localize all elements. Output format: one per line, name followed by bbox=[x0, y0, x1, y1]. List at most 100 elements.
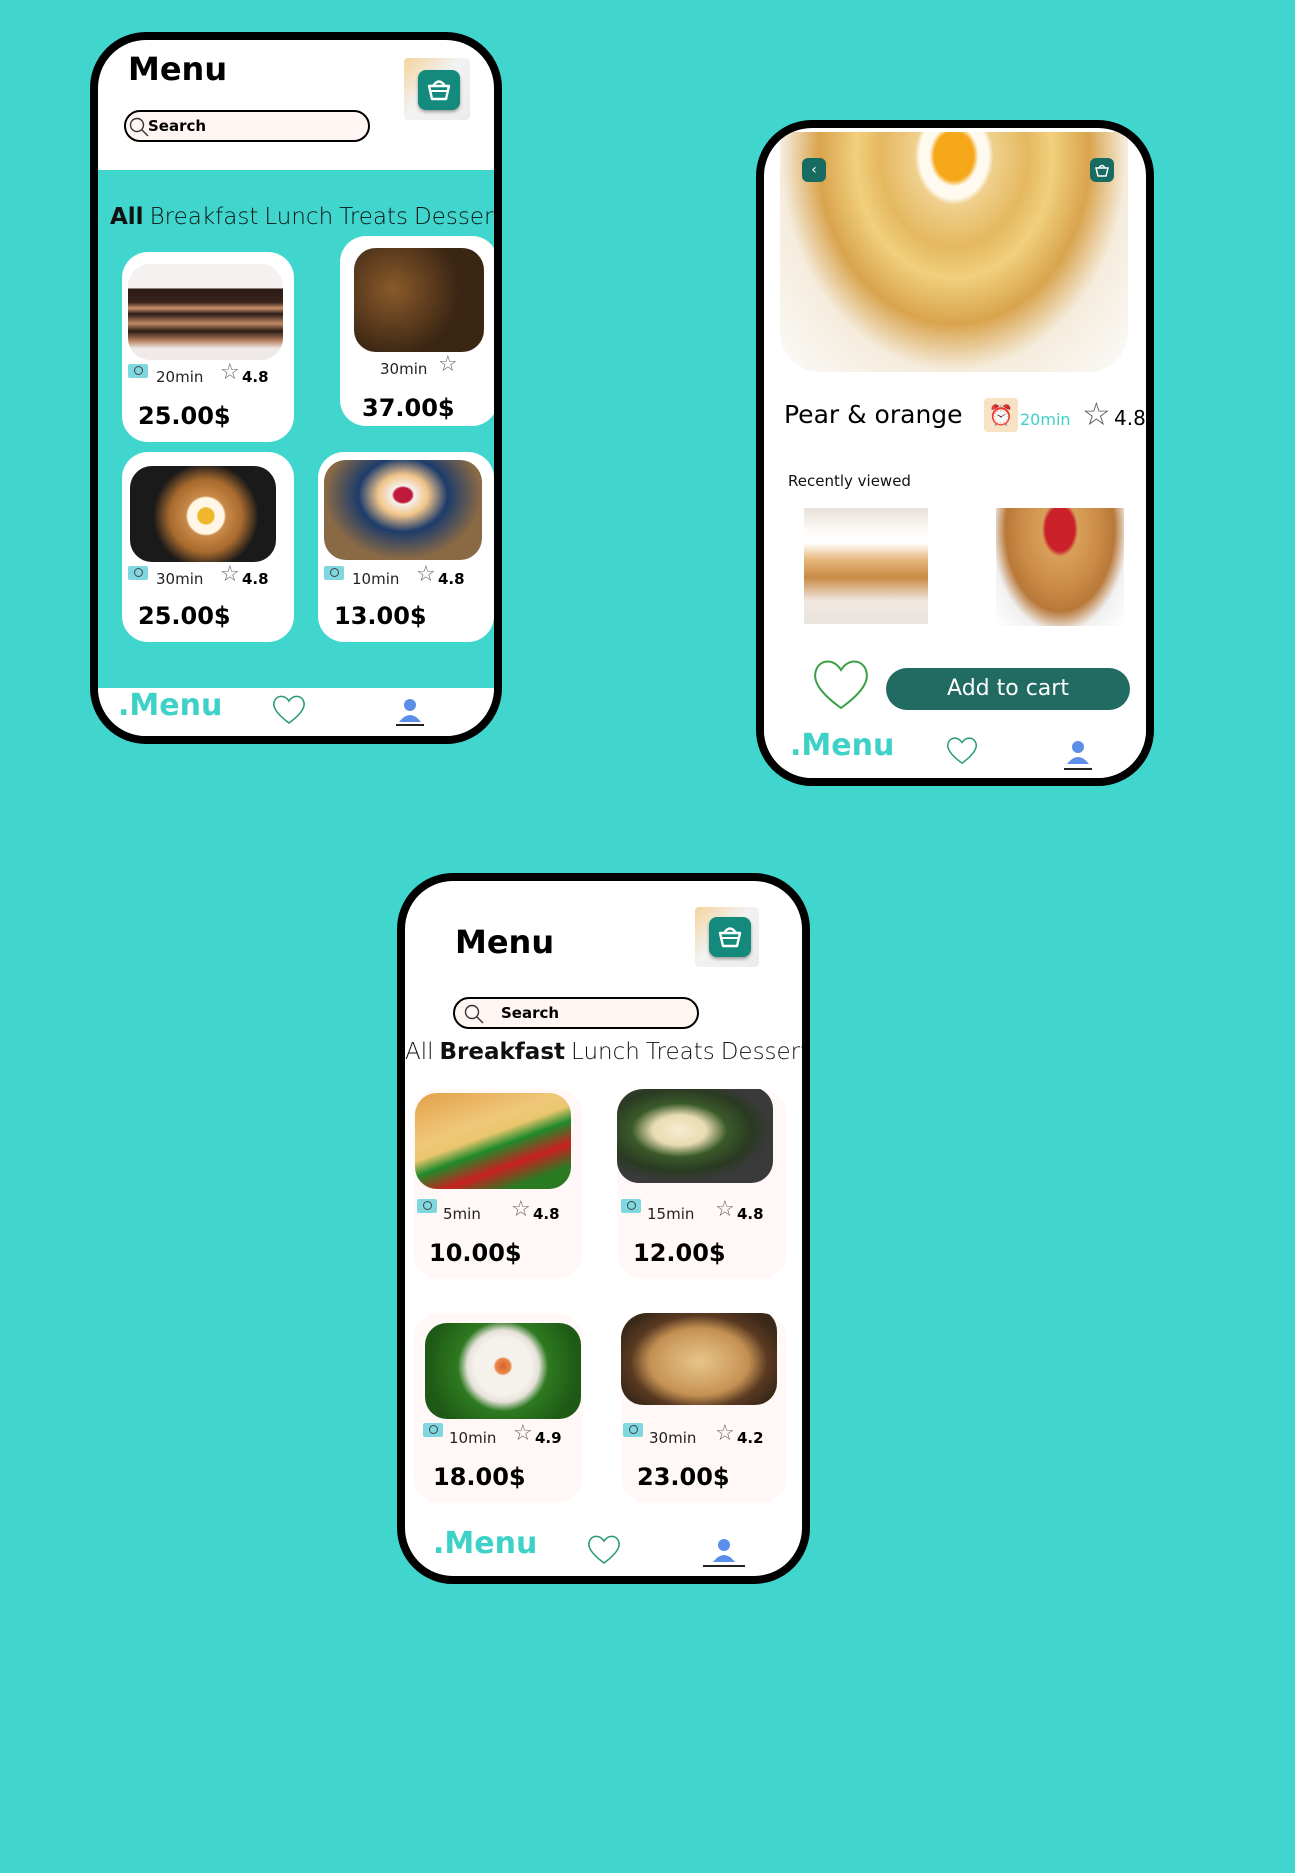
rating: 4.9 bbox=[535, 1429, 562, 1447]
add-to-cart-button[interactable]: Add to cart bbox=[886, 668, 1130, 710]
recent-item-image[interactable] bbox=[804, 508, 928, 624]
search-input[interactable]: Search bbox=[453, 997, 699, 1029]
recent-item-image[interactable] bbox=[996, 508, 1124, 626]
food-card[interactable]: 10min ☆ 4.8 13.00$ bbox=[318, 452, 494, 642]
prep-time: 30min bbox=[649, 1429, 697, 1447]
star-icon: ☆ bbox=[416, 562, 436, 587]
user-icon[interactable] bbox=[703, 1534, 745, 1568]
rating: 4.8 bbox=[737, 1205, 764, 1223]
hero-image bbox=[780, 132, 1128, 372]
food-image bbox=[621, 1313, 777, 1405]
tab-treats[interactable]: Treats bbox=[339, 204, 408, 230]
rating: 4.8 bbox=[242, 570, 269, 588]
user-icon[interactable] bbox=[396, 696, 424, 726]
search-icon bbox=[129, 117, 149, 137]
price: 12.00$ bbox=[633, 1239, 726, 1267]
bottom-nav: .Menu bbox=[98, 688, 494, 736]
tab-all[interactable]: All bbox=[110, 204, 144, 230]
price: 37.00$ bbox=[362, 394, 455, 422]
basket-button[interactable] bbox=[1090, 158, 1114, 182]
page-title: Menu bbox=[455, 923, 555, 961]
basket-thumbnail bbox=[404, 58, 470, 120]
food-image bbox=[128, 264, 283, 360]
heart-icon[interactable] bbox=[944, 734, 980, 766]
clock-icon bbox=[128, 566, 148, 580]
prep-time: 20min bbox=[156, 368, 204, 386]
basket-button[interactable] bbox=[709, 917, 751, 957]
food-card[interactable]: 30min ☆ 37.00$ bbox=[340, 236, 494, 426]
user-icon[interactable] bbox=[1064, 738, 1092, 770]
food-card[interactable]: 5min ☆ 4.8 10.00$ bbox=[413, 1089, 583, 1279]
clock-icon bbox=[128, 364, 148, 378]
clock-icon bbox=[324, 566, 344, 580]
price: 13.00$ bbox=[334, 602, 427, 630]
basket-icon bbox=[718, 927, 742, 948]
food-image bbox=[415, 1093, 571, 1189]
basket-button[interactable] bbox=[418, 70, 460, 110]
basket-icon bbox=[1095, 164, 1109, 177]
brand-menu-link[interactable]: .Menu bbox=[790, 728, 894, 763]
food-image bbox=[617, 1089, 773, 1183]
tab-desserts[interactable]: Desserts bbox=[414, 204, 494, 230]
food-card[interactable]: 20min ☆ 4.8 25.00$ bbox=[122, 252, 294, 442]
star-icon: ☆ bbox=[715, 1421, 735, 1446]
tab-lunch[interactable]: Lunch bbox=[571, 1039, 640, 1065]
prep-time: 30min bbox=[156, 570, 204, 588]
star-icon: ☆ bbox=[438, 352, 458, 377]
price: 23.00$ bbox=[637, 1463, 730, 1491]
heart-icon[interactable] bbox=[810, 654, 872, 712]
phone-item-detail: ‹ Pear & orange ⏰ 20min ☆ 4.8 Recently v… bbox=[756, 120, 1154, 786]
basket-thumbnail bbox=[695, 907, 759, 967]
item-name: Pear & orange bbox=[784, 400, 963, 429]
tab-breakfast[interactable]: Breakfast bbox=[150, 204, 259, 230]
tab-all[interactable]: All bbox=[405, 1039, 434, 1065]
recently-viewed-label: Recently viewed bbox=[788, 472, 911, 490]
bottom-nav: .Menu bbox=[405, 1526, 802, 1576]
brand-menu-link[interactable]: .Menu bbox=[433, 1526, 537, 1561]
search-placeholder: Search bbox=[148, 117, 207, 135]
food-image bbox=[425, 1323, 581, 1419]
clock-icon: ⏰ bbox=[984, 398, 1018, 432]
tab-lunch[interactable]: Lunch bbox=[264, 204, 333, 230]
tab-treats[interactable]: Treats bbox=[646, 1039, 715, 1065]
price: 25.00$ bbox=[138, 402, 231, 430]
prep-time: 30min bbox=[380, 360, 428, 378]
chevron-left-icon: ‹ bbox=[811, 162, 817, 178]
star-icon: ☆ bbox=[511, 1197, 531, 1222]
category-tabs: AllBreakfastLunchTreatsDesserts bbox=[405, 1039, 802, 1065]
phone-menu-breakfast: Menu Search All Breakfast Lunch Treats Desse… bbox=[397, 873, 810, 1584]
heart-icon[interactable] bbox=[585, 1532, 623, 1566]
clock-icon bbox=[623, 1423, 643, 1437]
clock-icon bbox=[423, 1423, 443, 1437]
page-title: Menu bbox=[128, 50, 228, 88]
food-image bbox=[130, 466, 276, 562]
food-image bbox=[354, 248, 484, 352]
prep-time: 20min bbox=[1020, 410, 1071, 429]
search-input[interactable]: Search bbox=[124, 110, 370, 142]
tab-desserts[interactable]: Desserts bbox=[721, 1039, 802, 1065]
rating: 4.2 bbox=[737, 1429, 764, 1447]
star-icon: ☆ bbox=[715, 1197, 735, 1222]
food-card[interactable]: 30min ☆ 4.8 25.00$ bbox=[122, 452, 294, 642]
tab-breakfast[interactable]: Breakfast bbox=[440, 1039, 566, 1065]
star-icon: ☆ bbox=[513, 1421, 533, 1446]
rating: 4.8 bbox=[242, 368, 269, 386]
rating: 4.8 bbox=[1114, 406, 1146, 430]
prep-time: 10min bbox=[449, 1429, 497, 1447]
clock-icon bbox=[417, 1199, 437, 1213]
star-icon: ☆ bbox=[1082, 395, 1111, 433]
search-placeholder: Search bbox=[501, 1004, 560, 1022]
food-image bbox=[324, 460, 482, 560]
prep-time: 10min bbox=[352, 570, 400, 588]
food-card[interactable]: 30min ☆ 4.2 23.00$ bbox=[621, 1313, 787, 1503]
rating: 4.8 bbox=[533, 1205, 560, 1223]
prep-time: 5min bbox=[443, 1205, 481, 1223]
food-card[interactable]: 15min ☆ 4.8 12.00$ bbox=[617, 1089, 787, 1279]
prep-time: 15min bbox=[647, 1205, 695, 1223]
brand-menu-link[interactable]: .Menu bbox=[118, 688, 222, 723]
star-icon: ☆ bbox=[220, 562, 240, 587]
food-card[interactable]: 10min ☆ 4.9 18.00$ bbox=[413, 1313, 583, 1503]
category-tabs: AllBreakfastLunchTreatsDesserts bbox=[110, 204, 494, 230]
heart-icon[interactable] bbox=[270, 692, 308, 726]
back-button[interactable]: ‹ bbox=[802, 158, 826, 182]
